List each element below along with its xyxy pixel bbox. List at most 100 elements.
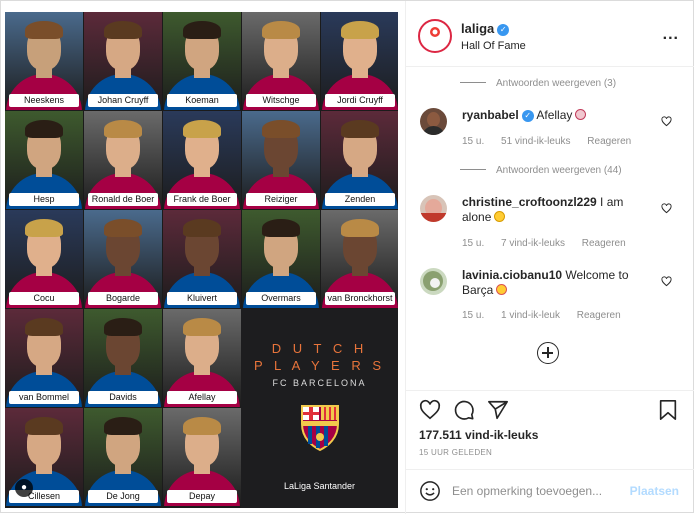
like-comment-heart-icon[interactable] <box>661 116 672 127</box>
heart-eyes-emoji-icon <box>496 284 508 295</box>
player-hair <box>25 318 63 336</box>
player-tile: van Bronckhorst <box>321 210 398 308</box>
player-name-label: Cocu <box>9 292 79 305</box>
comment-item: lavinia.ciobanu10 Welcome to Barça 15 u.… <box>420 268 682 323</box>
fc-barcelona-crest-icon <box>301 405 339 452</box>
player-hair <box>341 219 379 237</box>
promo-card: D U T C H P L A Y E R S FC BARCELONA LaL… <box>241 309 398 508</box>
comment-username[interactable]: lavinia.ciobanu10 <box>462 268 562 282</box>
comment-text: christine_croftoonzl229 I am alone <box>462 195 652 225</box>
promo-title-line1: D U T C H <box>271 341 368 356</box>
player-hair <box>25 219 63 237</box>
commenter-avatar[interactable] <box>420 108 447 135</box>
account-name[interactable]: laliga ✓ <box>461 21 510 36</box>
comment-meta: 15 u. 51 vind-ik-leuks Reageren <box>462 136 645 147</box>
commenter-avatar[interactable] <box>420 195 447 222</box>
comment-input[interactable] <box>452 482 617 500</box>
replies-divider <box>460 82 486 83</box>
comment-text: ryanbabel ✓ Afellay <box>462 108 652 123</box>
post-comment-button[interactable]: Plaatsen <box>630 484 679 498</box>
player-hair <box>183 417 221 435</box>
like-count[interactable]: 177.511 vind-ik-leuks <box>419 428 538 442</box>
player-name-label: Bogarde <box>88 292 158 305</box>
player-tile: Jordi Cruyff <box>321 12 398 110</box>
player-name-label: van Bronckhorst <box>325 292 395 305</box>
player-hair <box>183 21 221 39</box>
player-name-label: Witschge <box>246 94 316 107</box>
post-actions: 177.511 vind-ik-leuks 15 UUR GELEDEN <box>406 390 694 465</box>
reply-button[interactable]: Reageren <box>587 136 631 147</box>
post-location[interactable]: Hall Of Fame <box>461 40 526 52</box>
more-options-button[interactable]: ... <box>663 26 679 44</box>
comment-likes[interactable]: 1 vind-ik-leuk <box>501 310 560 321</box>
comment-bubble-icon[interactable] <box>453 399 475 421</box>
post-timestamp[interactable]: 15 UUR GELEDEN <box>419 448 492 457</box>
like-comment-heart-icon[interactable] <box>661 203 672 214</box>
comment-meta: 15 u. 7 vind-ik-leuks Reageren <box>462 238 640 249</box>
player-hair <box>262 120 300 138</box>
player-hair <box>25 417 63 435</box>
player-tile: Reiziger <box>242 111 320 209</box>
player-tile: Ronald de Boer <box>84 111 162 209</box>
laliga-logo-icon <box>424 25 446 47</box>
like-comment-heart-icon[interactable] <box>661 276 672 287</box>
view-replies-label[interactable]: Antwoorden weergeven (44) <box>496 165 622 176</box>
commenter-avatar[interactable] <box>420 268 447 295</box>
comment-time[interactable]: 15 u. <box>462 310 484 321</box>
comment-time[interactable]: 15 u. <box>462 136 484 147</box>
comment-username[interactable]: ryanbabel <box>462 108 519 122</box>
comment-composer: Plaatsen <box>406 469 694 513</box>
account-name-text[interactable]: laliga <box>461 21 494 36</box>
emoji-picker-icon[interactable] <box>419 480 441 502</box>
comment-username[interactable]: christine_croftoonzl229 <box>462 195 597 209</box>
share-paper-plane-icon[interactable] <box>487 399 509 421</box>
verified-badge-icon: ✓ <box>521 110 534 122</box>
promo-title-line2: P L A Y E R S <box>253 358 386 373</box>
reply-button[interactable]: Reageren <box>577 310 621 321</box>
load-more-comments-button[interactable] <box>537 342 559 364</box>
player-tile: Kluivert <box>163 210 241 308</box>
reply-button[interactable]: Reageren <box>582 238 626 249</box>
devil-emoji-icon <box>575 109 587 120</box>
comment-item: ryanbabel ✓ Afellay 15 u. 51 vind-ik-leuk… <box>420 108 682 153</box>
player-name-label: Koeman <box>167 94 237 107</box>
player-name-label: Overmars <box>246 292 316 305</box>
verified-badge-icon: ✓ <box>497 24 510 36</box>
grin-emoji-icon <box>494 211 506 222</box>
player-name-label: Johan Cruyff <box>88 94 158 107</box>
comment-time[interactable]: 15 u. <box>462 238 484 249</box>
view-replies-link[interactable]: Antwoorden weergeven (44) <box>460 165 622 176</box>
instagram-post-window: Depay De Jong Cillesen Afellay Davids van Bom… <box>0 0 694 514</box>
player-hair <box>104 120 142 138</box>
replies-divider <box>460 169 486 170</box>
account-avatar[interactable] <box>418 19 452 53</box>
save-bookmark-icon[interactable] <box>657 399 679 421</box>
comment-meta: 15 u. 1 vind-ik-leuk Reageren <box>462 310 635 321</box>
player-hair <box>183 120 221 138</box>
like-heart-icon[interactable] <box>419 399 441 421</box>
person-icon[interactable]: ● <box>15 479 33 497</box>
player-hair <box>104 417 142 435</box>
player-tile: Depay <box>163 408 241 506</box>
player-tile: Bogarde <box>84 210 162 308</box>
player-name-label: Afellay <box>167 391 237 404</box>
player-hair <box>341 120 379 138</box>
comment-thread: Antwoorden weergeven (3) ryanbabel ✓ Afel… <box>406 68 694 390</box>
comment-likes[interactable]: 7 vind-ik-leuks <box>501 238 565 249</box>
post-image[interactable]: Depay De Jong Cillesen Afellay Davids van Bom… <box>5 12 398 508</box>
player-hair <box>341 21 379 39</box>
sponsor-logo: LaLiga Santander <box>283 481 356 491</box>
player-hair <box>262 21 300 39</box>
player-tile: Johan Cruyff <box>84 12 162 110</box>
player-hair <box>183 219 221 237</box>
promo-subtitle: FC BARCELONA <box>272 378 367 388</box>
player-name-label: Zenden <box>325 193 395 206</box>
player-name-label: Ronald de Boer <box>88 193 158 206</box>
comment-likes[interactable]: 51 vind-ik-leuks <box>501 136 570 147</box>
player-hair <box>25 120 63 138</box>
player-name-label: Frank de Boer <box>167 193 237 206</box>
player-hair <box>104 21 142 39</box>
view-replies-label[interactable]: Antwoorden weergeven (3) <box>496 78 616 89</box>
player-name-label: Hesp <box>9 193 79 206</box>
view-replies-link[interactable]: Antwoorden weergeven (3) <box>460 78 616 89</box>
